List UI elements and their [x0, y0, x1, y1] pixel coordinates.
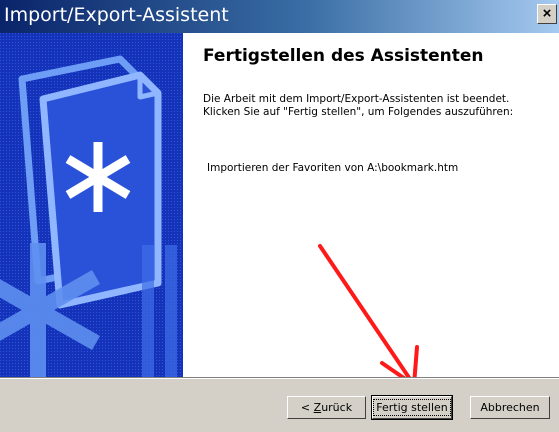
divider	[0, 378, 559, 379]
cancel-button[interactable]: Abbrechen	[470, 396, 550, 419]
back-button-prefix: <	[300, 401, 314, 414]
finish-button[interactable]: Fertig stellen	[371, 395, 453, 420]
page-heading: Fertigstellen des Assistenten	[203, 46, 484, 66]
finish-button-label: Fertig stellen	[373, 399, 451, 416]
window-title: Import/Export-Assistent	[4, 4, 229, 26]
decorative-bar	[165, 245, 177, 377]
cancel-button-label: Abbrechen	[480, 401, 540, 414]
button-bar: < Zurück Fertig stellen Abbrechen	[0, 377, 559, 432]
back-button-label: urück	[321, 401, 353, 414]
close-icon: ×	[542, 5, 552, 22]
description-line: Die Arbeit mit dem Import/Export-Assiste…	[203, 93, 510, 105]
description: Die Arbeit mit dem Import/Export-Assiste…	[203, 93, 553, 119]
title-bar[interactable]: Import/Export-Assistent ×	[0, 0, 559, 33]
wizard-side-graphic	[0, 33, 183, 377]
decorative-bar	[142, 245, 154, 377]
wizard-content: Fertigstellen des Assistenten Die Arbeit…	[0, 33, 559, 377]
close-button[interactable]: ×	[537, 4, 557, 24]
action-summary: Importieren der Favoriten von A:\bookmar…	[207, 162, 459, 174]
back-button[interactable]: < Zurück	[287, 396, 366, 419]
description-line: Klicken Sie auf "Fertig stellen", um Fol…	[203, 106, 514, 118]
